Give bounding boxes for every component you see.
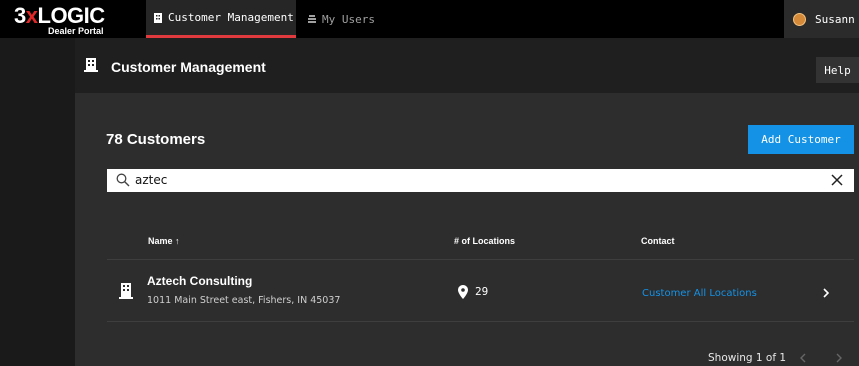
left-rail bbox=[0, 38, 75, 366]
users-icon bbox=[308, 15, 316, 23]
page-header: Customer Management Help bbox=[75, 38, 859, 93]
logo-x: x bbox=[25, 3, 38, 28]
close-icon[interactable] bbox=[829, 172, 845, 188]
customer-name[interactable]: Aztech Consulting bbox=[147, 274, 252, 288]
customer-panel: 78 Customers Add Customer Name ↑ # of Lo… bbox=[75, 93, 859, 366]
customer-address: 1011 Main Street east, Fishers, IN 45037 bbox=[147, 295, 341, 306]
help-button[interactable]: Help bbox=[816, 57, 859, 83]
building-icon bbox=[119, 283, 133, 299]
pagination-status: Showing 1 of 1 bbox=[708, 352, 787, 364]
chevron-right-icon[interactable] bbox=[834, 352, 844, 364]
building-icon bbox=[154, 12, 162, 23]
tab-customer-management[interactable]: Customer Management bbox=[146, 0, 296, 38]
contact-link[interactable]: Customer All Locations bbox=[642, 288, 757, 299]
tab-my-users[interactable]: My Users bbox=[307, 0, 375, 38]
add-customer-button[interactable]: Add Customer bbox=[748, 125, 854, 154]
logo-text: 3 bbox=[14, 3, 26, 28]
tab-label: My Users bbox=[322, 12, 375, 26]
row-divider bbox=[107, 321, 854, 322]
chevron-right-icon[interactable] bbox=[821, 287, 831, 299]
logo[interactable]: 3xLOGIC Dealer Portal bbox=[14, 5, 124, 37]
search-box bbox=[107, 169, 854, 192]
user-name: Susann bbox=[815, 12, 855, 26]
chevron-left-icon[interactable] bbox=[798, 352, 808, 364]
search-icon bbox=[116, 173, 130, 187]
customer-count-title: 78 Customers bbox=[106, 131, 206, 148]
avatar bbox=[793, 12, 806, 26]
page-title: Customer Management bbox=[111, 59, 266, 75]
column-header-name[interactable]: Name ↑ bbox=[148, 236, 180, 246]
user-menu[interactable]: Susann bbox=[784, 0, 859, 38]
top-nav-bar: 3xLOGIC Dealer Portal Customer Managemen… bbox=[0, 0, 859, 38]
logo-text-suffix: LOGIC bbox=[37, 3, 106, 28]
header-divider bbox=[107, 259, 854, 260]
column-header-locations: # of Locations bbox=[454, 236, 516, 246]
portal-label: Dealer Portal bbox=[48, 26, 104, 36]
column-header-contact: Contact bbox=[641, 236, 675, 246]
building-icon bbox=[84, 58, 98, 72]
search-input[interactable] bbox=[135, 171, 815, 189]
location-pin-icon bbox=[458, 285, 468, 299]
tab-label: Customer Management bbox=[168, 11, 294, 24]
location-count: 29 bbox=[475, 285, 489, 298]
